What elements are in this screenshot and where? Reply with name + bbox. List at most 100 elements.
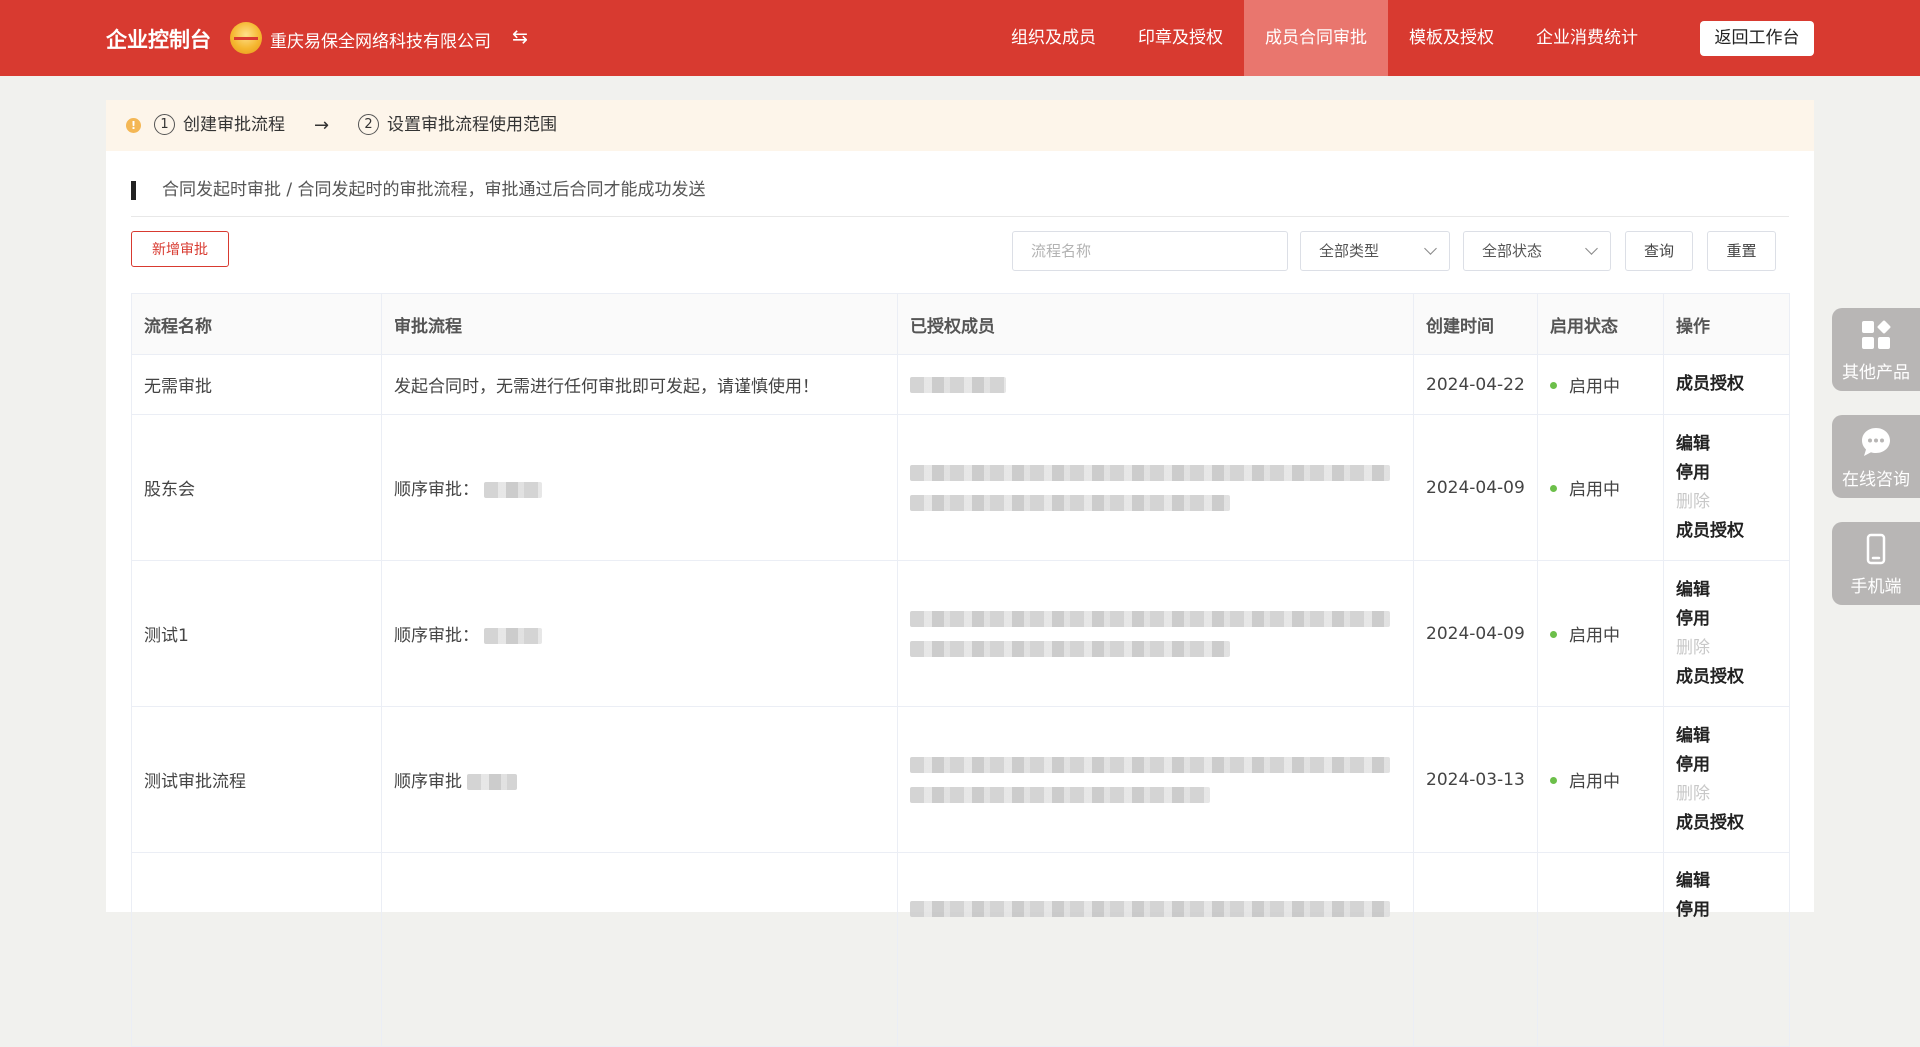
disable-link[interactable]: 停用 <box>1676 605 1777 634</box>
edit-link[interactable]: 编辑 <box>1676 430 1777 459</box>
status-text: 启用中 <box>1569 377 1620 397</box>
edit-link[interactable]: 编辑 <box>1676 867 1777 896</box>
status-dot-icon <box>1550 485 1557 492</box>
company-name[interactable]: 重庆易保全网络科技有限公司 <box>270 27 491 52</box>
chevron-down-icon <box>1424 242 1437 255</box>
disable-link[interactable]: 停用 <box>1676 751 1777 780</box>
cell-flow <box>381 852 898 1047</box>
approval-panel: 合同发起时审批 / 合同发起时的审批流程，审批通过后合同才能成功发送 新增审批 … <box>106 151 1814 1047</box>
cell-created: 2024-04-22 <box>1413 354 1538 415</box>
cell-status: 启用中 <box>1537 414 1664 561</box>
other-products-button[interactable]: 其他产品 <box>1832 308 1920 391</box>
status-select[interactable]: 全部状态 <box>1463 231 1611 271</box>
nav-item-template-auth[interactable]: 模板及授权 <box>1388 0 1515 76</box>
cell-flow: 顺序审批： <box>381 560 898 707</box>
member-auth-link[interactable]: 成员授权 <box>1676 517 1777 546</box>
col-header-status: 启用状态 <box>1537 293 1664 355</box>
edit-link[interactable]: 编辑 <box>1676 722 1777 751</box>
cell-created: 2024-04-09 <box>1413 560 1538 707</box>
status-dot-icon <box>1550 777 1557 784</box>
table-header-row: 流程名称 审批流程 已授权成员 创建时间 启用状态 操作 <box>131 293 1790 355</box>
nav-item-contract-approval[interactable]: 成员合同审批 <box>1244 0 1388 76</box>
cell-actions: 编辑 停用 <box>1663 852 1790 1047</box>
redacted-approvers <box>484 482 543 498</box>
nav-item-org-members[interactable]: 组织及成员 <box>990 0 1117 76</box>
member-auth-link[interactable]: 成员授权 <box>1676 370 1777 399</box>
delete-link: 删除 <box>1676 491 1710 512</box>
company-logo-icon <box>230 22 262 54</box>
redacted-members <box>910 376 1006 393</box>
nav-item-consumption-stats[interactable]: 企业消费统计 <box>1515 0 1659 76</box>
side-label: 在线咨询 <box>1842 470 1910 490</box>
flow-text: 顺序审批： <box>394 626 479 646</box>
col-header-flow: 审批流程 <box>381 293 898 355</box>
cell-actions: 成员授权 <box>1663 354 1790 415</box>
top-navigation-bar: 企业控制台 重庆易保全网络科技有限公司 ⇆ 组织及成员 印章及授权 成员合同审批… <box>0 0 1920 76</box>
approval-table: 流程名称 审批流程 已授权成员 创建时间 启用状态 操作 无需审批 发起合同时，… <box>131 293 1790 1047</box>
status-dot-icon <box>1550 382 1557 389</box>
brand-title: 企业控制台 <box>106 28 211 52</box>
nav-item-seal-auth[interactable]: 印章及授权 <box>1117 0 1244 76</box>
flow-text: 顺序审批 <box>394 772 462 792</box>
member-auth-link[interactable]: 成员授权 <box>1676 809 1777 838</box>
arrow-right-icon: → <box>314 115 330 136</box>
cell-actions: 编辑 停用 删除 成员授权 <box>1663 414 1790 561</box>
side-label: 其他产品 <box>1842 363 1910 383</box>
member-auth-link[interactable]: 成员授权 <box>1676 663 1777 692</box>
status-dot-icon <box>1550 631 1557 638</box>
redacted-approvers <box>484 628 543 644</box>
online-consult-button[interactable]: 在线咨询 <box>1832 415 1920 498</box>
type-select-value: 全部类型 <box>1319 242 1380 260</box>
section-title: 合同发起时审批 / 合同发起时的审批流程，审批通过后合同才能成功发送 <box>162 180 706 200</box>
query-button[interactable]: 查询 <box>1625 231 1693 271</box>
cell-members <box>897 414 1414 561</box>
phone-icon <box>1866 533 1886 565</box>
step-create-flow: 1 创建审批流程 <box>154 100 285 151</box>
chevron-down-icon <box>1585 242 1598 255</box>
col-header-members: 已授权成员 <box>897 293 1414 355</box>
flow-name-search-input[interactable] <box>1012 231 1288 271</box>
cell-flow-name: 股东会 <box>131 414 382 561</box>
divider <box>131 216 1789 217</box>
cell-flow-name: 测试审批流程 <box>131 706 382 853</box>
reset-button[interactable]: 重置 <box>1707 231 1776 271</box>
col-header-flow-name: 流程名称 <box>131 293 382 355</box>
step-number-2: 2 <box>358 114 379 135</box>
delete-link: 删除 <box>1676 637 1710 658</box>
table-row: 测试审批流程 顺序审批 2024-03-13 启用中 编辑 停用 删除 成员授权 <box>131 706 1790 853</box>
side-label: 手机端 <box>1850 577 1902 597</box>
step-label: 创建审批流程 <box>183 115 285 135</box>
col-header-actions: 操作 <box>1663 293 1790 355</box>
step-label: 设置审批流程使用范围 <box>387 115 557 135</box>
back-to-workbench-button[interactable]: 返回工作台 <box>1700 21 1814 56</box>
mobile-button[interactable]: 手机端 <box>1832 522 1920 605</box>
redacted-approvers <box>467 774 518 790</box>
cell-status <box>1537 852 1664 1047</box>
table-row: 无需审批 发起合同时，无需进行任何审批即可发起，请谨慎使用！ 2024-04-2… <box>131 354 1790 415</box>
steps-banner: ! 1 创建审批流程 → 2 设置审批流程使用范围 <box>106 100 1814 151</box>
cell-flow-name <box>131 852 382 1047</box>
add-approval-button[interactable]: 新增审批 <box>131 231 229 267</box>
redacted-members <box>910 756 1401 803</box>
step-set-scope: 2 设置审批流程使用范围 <box>358 100 557 151</box>
cell-created: 2024-03-13 <box>1413 706 1538 853</box>
cell-members <box>897 560 1414 707</box>
redacted-members <box>910 610 1401 657</box>
cell-flow-name: 无需审批 <box>131 354 382 415</box>
type-select[interactable]: 全部类型 <box>1300 231 1450 271</box>
edit-link[interactable]: 编辑 <box>1676 576 1777 605</box>
status-select-value: 全部状态 <box>1482 242 1543 260</box>
status-text: 启用中 <box>1569 772 1620 792</box>
cell-status: 启用中 <box>1537 560 1664 707</box>
disable-link[interactable]: 停用 <box>1676 459 1777 488</box>
cell-status: 启用中 <box>1537 706 1664 853</box>
switch-company-icon[interactable]: ⇆ <box>512 26 528 48</box>
delete-link: 删除 <box>1676 783 1710 804</box>
cell-members <box>897 706 1414 853</box>
apps-icon <box>1862 320 1891 349</box>
disable-link[interactable]: 停用 <box>1676 896 1777 925</box>
cell-actions: 编辑 停用 删除 成员授权 <box>1663 706 1790 853</box>
cell-members <box>897 852 1414 1047</box>
chat-bubble-icon <box>1862 428 1890 456</box>
cell-flow: 发起合同时，无需进行任何审批即可发起，请谨慎使用！ <box>381 354 898 415</box>
